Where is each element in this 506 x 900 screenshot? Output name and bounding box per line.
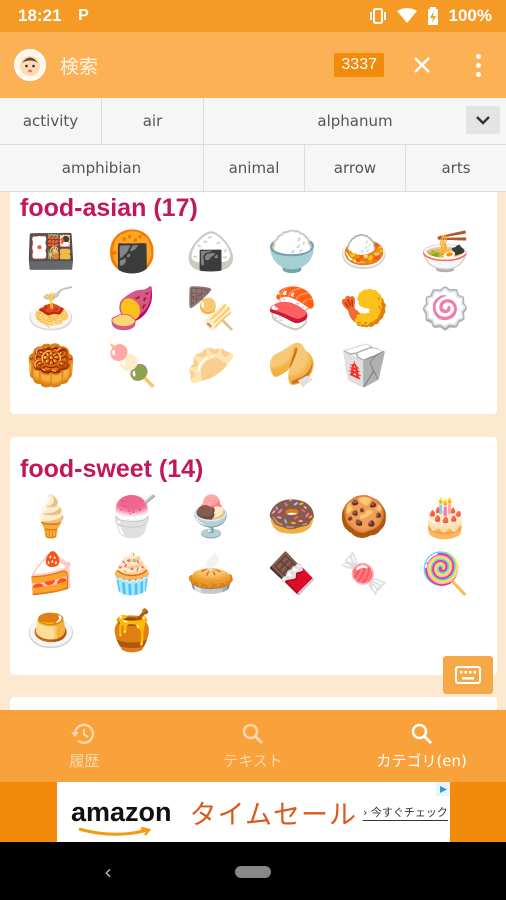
emoji-item[interactable]: 🍩 [265, 489, 319, 543]
category-tabs: activity air alphanum amphibian animal a… [0, 98, 506, 192]
emoji-item[interactable]: 🍠 [105, 281, 159, 335]
emoji-item[interactable]: 🍨 [184, 489, 238, 543]
amazon-logo: amazon [71, 796, 172, 836]
emoji-item[interactable]: 🥡 [337, 338, 391, 392]
category-air[interactable]: air [102, 98, 204, 145]
wifi-icon [396, 8, 417, 24]
emoji-item[interactable]: 🍙 [184, 224, 238, 278]
emoji-list[interactable]: food-asian (17) 🍱 🍘 🍙 🍚 🍛 🍜 🍝 🍠 🍢 🍣 🍤 🍥 🥮 🍡 🥟 🥠 🥡 food-s… [0, 192, 506, 710]
category-activity[interactable]: activity [0, 98, 102, 145]
emoji-item[interactable]: 🍢 [184, 281, 238, 335]
back-icon[interactable]: ‹ [104, 860, 112, 884]
search-input[interactable]: 検索 [60, 52, 334, 79]
category-amphibian[interactable]: amphibian [0, 145, 204, 192]
category-arrow[interactable]: arrow [305, 145, 406, 192]
emoji-item[interactable]: 🎂 [418, 489, 472, 543]
ad-content[interactable]: amazon タイムセール › 今すぐチェック [57, 782, 450, 842]
emoji-item[interactable]: 🍱 [24, 224, 78, 278]
ad-brand-text: amazon [71, 796, 172, 827]
ad-choices-icon[interactable] [436, 782, 450, 796]
category-animal[interactable]: animal [204, 145, 305, 192]
home-pill[interactable] [235, 866, 271, 878]
emoji-item[interactable]: 🍪 [337, 489, 391, 543]
category-alphanum[interactable]: alphanum [204, 98, 506, 145]
history-icon [71, 723, 95, 744]
nav-text[interactable]: テキスト [169, 710, 338, 782]
section-card-next [10, 697, 497, 710]
system-navigation-bar: ‹ [0, 842, 506, 900]
search-icon [242, 723, 263, 744]
emoji-item[interactable]: 🍜 [418, 224, 472, 278]
section-title: food-sweet (14) [20, 455, 204, 483]
nav-history[interactable]: 履歴 [0, 710, 169, 782]
emoji-item[interactable]: 🍣 [265, 281, 319, 335]
status-time: 18:21 [18, 6, 62, 25]
emoji-item[interactable]: 🧁 [105, 546, 159, 600]
nav-category-label: カテゴリ(en) [376, 751, 467, 770]
emoji-item[interactable]: 🥮 [24, 338, 78, 392]
emoji-item[interactable]: 🍤 [337, 281, 391, 335]
emoji-item[interactable]: 🍡 [105, 338, 159, 392]
parking-notification-icon: P [78, 7, 89, 24]
baby-face-icon[interactable] [14, 49, 46, 81]
app-bar: 検索 3337 [0, 32, 506, 98]
nav-category[interactable]: カテゴリ(en) [337, 710, 506, 782]
keyboard-icon[interactable] [443, 656, 493, 694]
emoji-item[interactable]: 🍥 [418, 281, 472, 335]
nav-history-label: 履歴 [69, 751, 100, 770]
emoji-item[interactable]: 🍛 [337, 224, 391, 278]
emoji-item[interactable]: 🥟 [184, 338, 238, 392]
emoji-item[interactable]: 🍧 [105, 489, 159, 543]
ad-cta-link[interactable]: › 今すぐチェック [363, 804, 448, 821]
status-bar: 18:21 P 100% [0, 0, 506, 32]
emoji-item[interactable]: 🍭 [418, 546, 472, 600]
emoji-item[interactable]: 🍫 [265, 546, 319, 600]
emoji-item[interactable]: 🍝 [24, 281, 78, 335]
search-icon [411, 723, 432, 744]
emoji-item[interactable]: 🍮 [24, 603, 78, 657]
emoji-item[interactable]: 🍚 [265, 224, 319, 278]
chevron-down-icon[interactable] [466, 106, 500, 134]
emoji-item[interactable]: 🥧 [184, 546, 238, 600]
battery-percent: 100% [448, 6, 492, 25]
emoji-count-badge: 3337 [334, 53, 384, 77]
emoji-item[interactable]: 🍦 [24, 489, 78, 543]
category-arts[interactable]: arts [406, 145, 506, 192]
more-options-icon[interactable] [468, 53, 488, 77]
bottom-navigation: 履歴 テキスト カテゴリ(en) [0, 710, 506, 782]
emoji-item[interactable]: 🍯 [105, 603, 159, 657]
ad-banner[interactable]: amazon タイムセール › 今すぐチェック [0, 782, 506, 842]
close-icon[interactable] [410, 53, 434, 77]
emoji-item[interactable]: 🥠 [265, 338, 319, 392]
category-alphanum-label: alphanum [317, 112, 393, 130]
emoji-item[interactable]: 🍰 [24, 546, 78, 600]
nav-text-label: テキスト [223, 751, 283, 770]
emoji-item[interactable]: 🍘 [105, 224, 159, 278]
section-card-food-sweet: food-sweet (14) 🍦 🍧 🍨 🍩 🍪 🎂 🍰 🧁 🥧 🍫 🍬 🍭 🍮 🍯 [10, 437, 497, 675]
ad-headline: タイムセール [189, 799, 357, 831]
emoji-item[interactable]: 🍬 [337, 546, 391, 600]
section-title: food-asian (17) [20, 194, 198, 222]
battery-icon [427, 7, 439, 25]
section-card-food-asian: food-asian (17) 🍱 🍘 🍙 🍚 🍛 🍜 🍝 🍠 🍢 🍣 🍤 🍥 🥮 🍡 🥟 🥠 🥡 [10, 192, 497, 414]
vibrate-icon [369, 8, 387, 24]
